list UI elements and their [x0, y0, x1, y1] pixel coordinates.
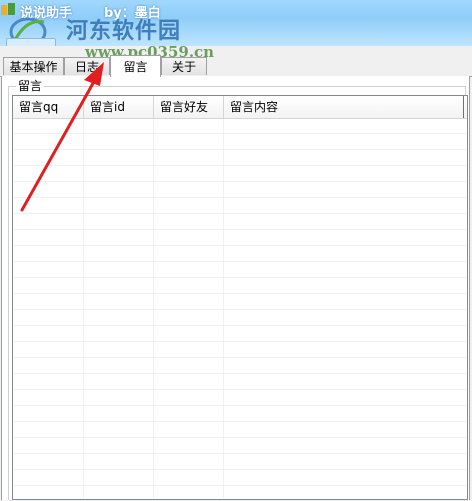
tab-about[interactable]: 关于 — [161, 57, 207, 75]
watermark-name: 河东软件园 — [66, 18, 182, 44]
tab-bar: 基本操作 日志 留言 关于 — [0, 55, 472, 77]
title-bar: 说说助手 by：墨白 河东软件园 — [0, 0, 472, 46]
column-header-id[interactable]: 留言id — [84, 96, 154, 118]
tab-log[interactable]: 日志 — [64, 57, 110, 75]
group-label: 留言 — [16, 79, 45, 93]
tab-basic-operations[interactable]: 基本操作 — [3, 57, 64, 75]
messages-panel: 留言 留言qq 留言id 留言好友 留言内容 — [1, 76, 470, 500]
tab-messages[interactable]: 留言 — [110, 55, 161, 77]
toolbar-button[interactable] — [6, 38, 56, 46]
column-header-friend[interactable]: 留言好友 — [154, 96, 224, 118]
list-header: 留言qq 留言id 留言好友 留言内容 — [13, 96, 467, 119]
column-header-qq[interactable]: 留言qq — [13, 96, 84, 118]
column-header-content[interactable]: 留言内容 — [224, 96, 464, 118]
messages-list[interactable]: 留言qq 留言id 留言好友 留言内容 — [12, 95, 468, 500]
